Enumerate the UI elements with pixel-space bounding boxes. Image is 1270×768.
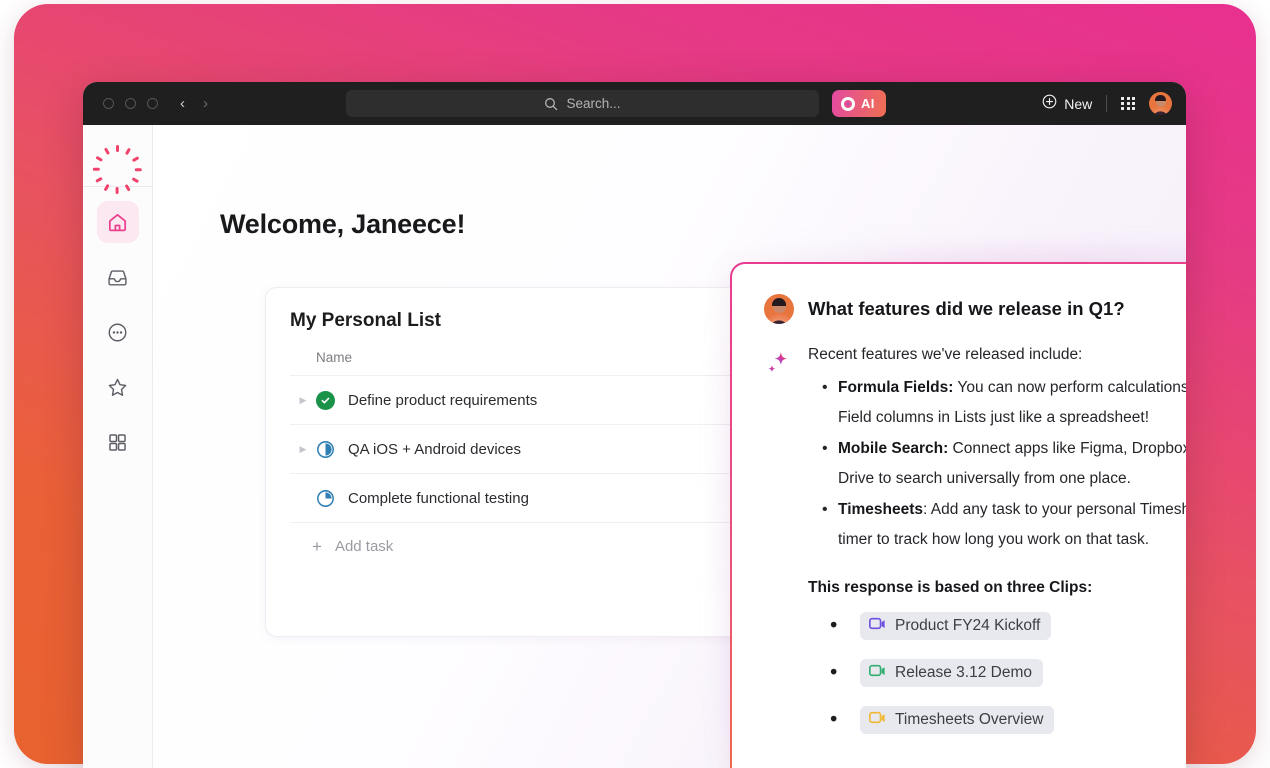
list-item: Mobile Search: Connect apps like Figma, … [822, 434, 1186, 494]
ai-answer-lead: Recent features we've released include: [808, 346, 1083, 363]
grid-apps-icon[interactable] [1121, 96, 1135, 111]
task-name: QA iOS + Android devices [348, 440, 522, 458]
main-content: Welcome, Janeece! My Personal List Name … [153, 125, 1186, 768]
toolbar-divider [1106, 95, 1108, 112]
question-user-avatar [764, 294, 794, 324]
new-button-label: New [1064, 95, 1093, 112]
page-title: Welcome, Janeece! [220, 209, 466, 239]
list-item: Product FY24 Kickoff [830, 607, 1186, 645]
feature-term: Mobile Search: [838, 440, 949, 457]
browser-titlebar: ‹ › Search... AI New [83, 82, 1186, 125]
status-in-progress-early-icon[interactable] [316, 489, 348, 508]
video-clip-icon [869, 664, 886, 682]
grid-squares-icon [109, 433, 126, 451]
ai-assistant-panel: What features did we release in Q1? Rece… [730, 262, 1186, 768]
window-traffic-lights [103, 98, 158, 109]
video-clip-icon [869, 617, 886, 635]
minimize-window-dot[interactable] [125, 98, 136, 109]
sidebar-item-inbox[interactable] [97, 256, 139, 298]
ai-button[interactable]: AI [832, 90, 886, 117]
expand-caret-icon[interactable]: ▶ [290, 444, 316, 455]
list-item: Formula Fields: You can now perform calc… [822, 373, 1186, 433]
clip-chip[interactable]: Timesheets Overview [860, 706, 1055, 734]
status-complete-icon[interactable] [316, 390, 348, 410]
clip-chip[interactable]: Release 3.12 Demo [860, 659, 1043, 687]
sidebar-item-dashboards[interactable] [97, 421, 139, 463]
chevron-left-icon[interactable]: ‹ [180, 96, 185, 111]
new-button[interactable]: New [1042, 94, 1092, 114]
list-item: Timesheets: Add any task to your persona… [822, 495, 1186, 555]
search-icon [544, 97, 558, 111]
clip-label: Timesheets Overview [895, 711, 1044, 728]
clickup-burst-logo [93, 141, 142, 194]
maximize-window-dot[interactable] [147, 98, 158, 109]
user-avatar[interactable] [1149, 92, 1172, 115]
plus-icon: + [312, 536, 322, 556]
search-input[interactable]: Search... [346, 90, 819, 117]
clips-list: Product FY24 Kickoff [808, 607, 1186, 739]
sidebar-item-favorites[interactable] [97, 366, 139, 408]
titlebar-right-group: New [1042, 82, 1172, 125]
ai-question-text: What features did we release in Q1? [808, 298, 1125, 319]
app-logo[interactable] [83, 125, 152, 194]
plus-circle-icon [1042, 94, 1057, 114]
clips-heading: This response is based on three Clips: [808, 579, 1093, 596]
inbox-icon [108, 269, 127, 286]
sidebar-item-home[interactable] [96, 201, 139, 243]
home-icon [108, 213, 127, 231]
ellipsis-circle-icon [108, 323, 127, 341]
clip-chip[interactable]: Product FY24 Kickoff [860, 612, 1052, 640]
add-task-label: Add task [334, 538, 394, 555]
ai-button-label: AI [861, 96, 875, 111]
clip-label: Product FY24 Kickoff [895, 617, 1041, 634]
feature-term: Timesheets [838, 501, 924, 518]
left-sidebar [83, 125, 153, 768]
ai-question-row: What features did we release in Q1? [764, 294, 1186, 324]
nav-arrows: ‹ › [180, 96, 208, 111]
task-name: Define product requirements [348, 391, 538, 409]
sidebar-items [83, 187, 152, 463]
ai-answer-row: Recent features we've released include: … [764, 346, 1186, 748]
chevron-right-icon[interactable]: › [203, 96, 208, 111]
list-item: Timesheets Overview [830, 701, 1186, 739]
video-clip-icon [869, 711, 886, 729]
ai-feature-list: Formula Fields: You can now perform calc… [808, 373, 1186, 555]
status-in-progress-icon[interactable] [316, 440, 348, 459]
search-placeholder-text: Search... [566, 96, 621, 111]
close-window-dot[interactable] [103, 98, 114, 109]
star-icon [108, 378, 127, 396]
expand-caret-icon[interactable]: ▶ [290, 395, 316, 406]
list-item: Release 3.12 Demo [830, 654, 1186, 692]
ai-sparkle-icon [764, 346, 794, 748]
ai-ring-icon [841, 96, 855, 111]
clip-label: Release 3.12 Demo [895, 664, 1032, 681]
app-body: Welcome, Janeece! My Personal List Name … [83, 125, 1186, 768]
task-name: Complete functional testing [348, 489, 529, 507]
app-window: ‹ › Search... AI New Welcome, Janeece! M… [83, 82, 1186, 768]
sidebar-item-more[interactable] [97, 311, 139, 353]
screenshot-stage: ‹ › Search... AI New Welcome, Janeece! M… [0, 0, 1270, 768]
feature-term: Formula Fields: [838, 379, 954, 396]
